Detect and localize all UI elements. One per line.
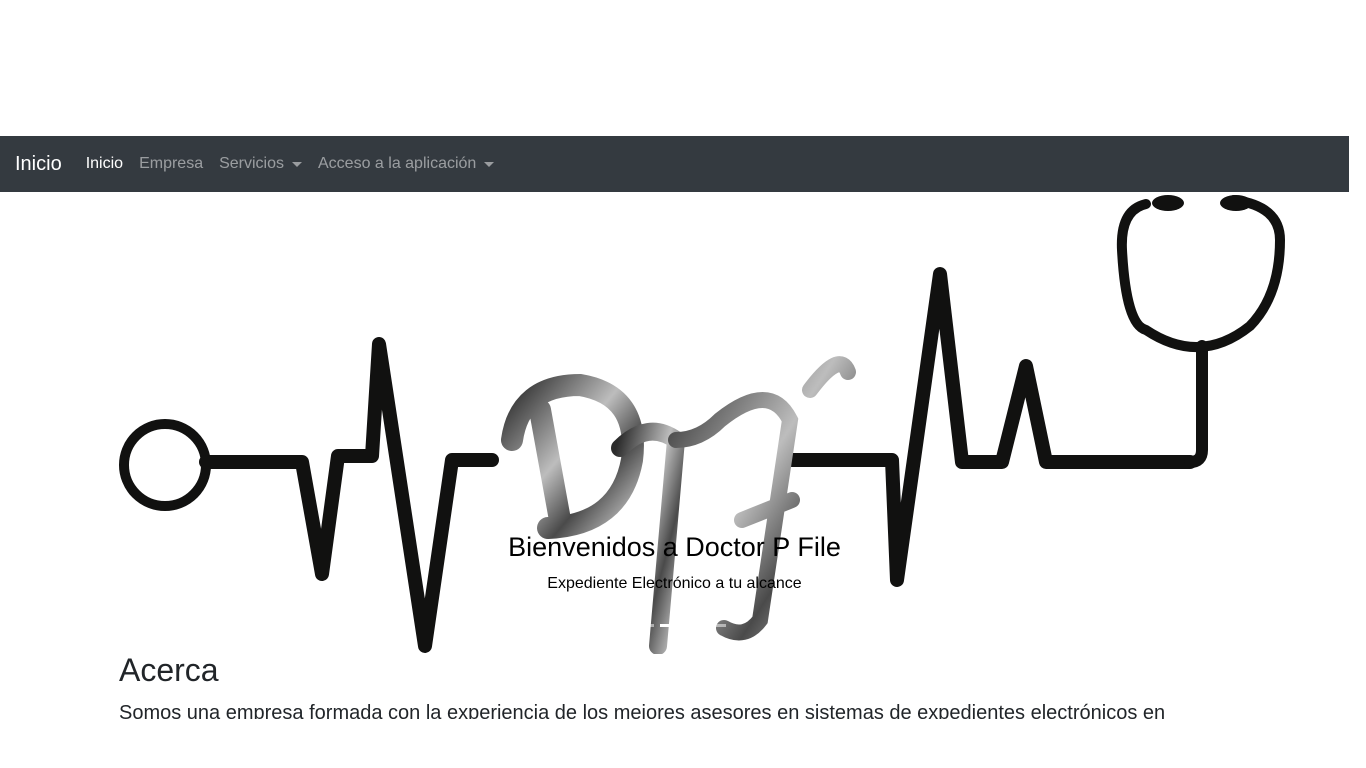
nav-item-label: Acceso a la aplicación <box>318 155 477 172</box>
carousel-indicator-active[interactable] <box>659 624 690 627</box>
viewport-bottom <box>0 719 1366 768</box>
page-scrollbar[interactable] <box>1349 0 1366 768</box>
main-navbar: Inicio Inicio Empresa Servicios Acceso a… <box>0 136 1349 192</box>
caret-down-icon <box>484 161 495 167</box>
nav-item-servicios-dropdown[interactable]: Servicios <box>219 155 302 173</box>
dpf-logo <box>501 356 856 654</box>
carousel-indicator[interactable] <box>623 624 654 627</box>
hero-subtitle: Expediente Electrónico a tu alcance <box>547 575 802 592</box>
nav-item-acceso-dropdown[interactable]: Acceso a la aplicación <box>318 155 495 173</box>
navbar-brand[interactable]: Inicio <box>15 153 62 176</box>
nav-item-inicio[interactable]: Inicio <box>86 155 123 173</box>
hero-title: Bienvenidos a Doctor P File <box>508 532 841 562</box>
nav-item-label: Servicios <box>219 155 284 172</box>
nav-item-label: Inicio <box>85 155 124 172</box>
nav-item-label: Empresa <box>139 155 204 172</box>
carousel-indicator[interactable] <box>695 624 726 627</box>
carousel-indicators <box>0 624 1349 627</box>
caret-down-icon <box>292 161 302 167</box>
nav-item-empresa[interactable]: Empresa <box>139 155 203 173</box>
about-heading: Acerca <box>119 652 219 688</box>
hero-carousel: Bienvenidos a Doctor P File Expediente E… <box>0 192 1349 654</box>
